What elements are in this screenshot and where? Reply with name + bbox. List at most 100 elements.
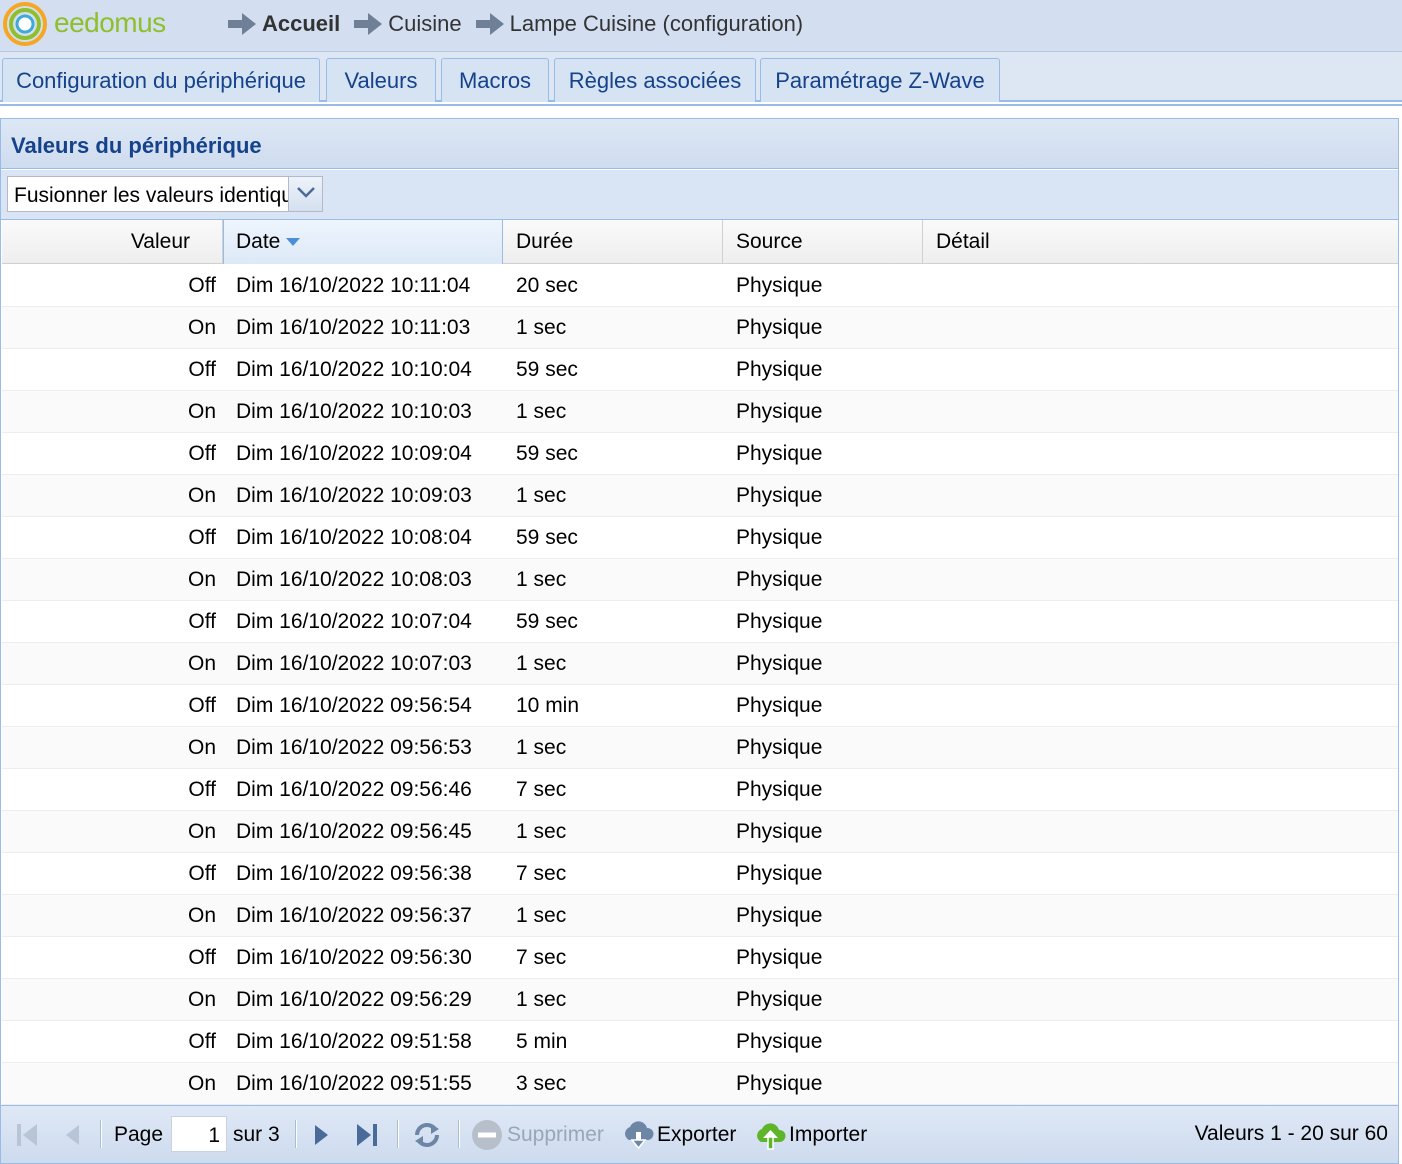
refresh-icon (415, 1123, 439, 1147)
panel-title: Valeurs du périphérique (1, 119, 1398, 169)
table-row[interactable]: On Dim 16/10/2022 10:09:03 1 sec Physique (2, 475, 1398, 517)
cell-duree: 59 sec (516, 525, 578, 549)
page-label: Page (114, 1123, 164, 1146)
table-row[interactable]: Off Dim 16/10/2022 10:11:04 20 sec Physique (2, 265, 1398, 307)
cell-detail (936, 853, 1396, 894)
first-page-icon (17, 1124, 37, 1146)
table-row[interactable]: Off Dim 16/10/2022 10:09:04 59 sec Physique (2, 433, 1398, 475)
cell-date: Dim 16/10/2022 10:07:04 (236, 609, 472, 633)
cell-valeur: On (187, 819, 216, 843)
chevron-down-icon (297, 187, 315, 198)
eedomus-logo-icon[interactable] (2, 1, 48, 47)
cell-duree: 10 min (516, 693, 580, 717)
cell-valeur: On (187, 735, 216, 759)
cell-duree: 3 sec (516, 1071, 567, 1095)
export-button[interactable]: Exporter (621, 1120, 736, 1150)
table-row[interactable]: Off Dim 16/10/2022 09:56:46 7 sec Physique (2, 769, 1398, 811)
cell-date: Dim 16/10/2022 10:11:03 (236, 315, 471, 339)
arrow-right-icon (475, 13, 504, 35)
cell-source: Physique (736, 735, 823, 759)
breadcrumb-item-accueil[interactable]: Accueil (228, 11, 340, 37)
table-row[interactable]: On Dim 16/10/2022 09:56:53 1 sec Physique (2, 727, 1398, 769)
column-header-duree[interactable]: Durée (503, 220, 723, 264)
table-row[interactable]: On Dim 16/10/2022 10:10:03 1 sec Physique (2, 391, 1398, 433)
breadcrumb-label: Accueil (262, 11, 341, 36)
logo-text[interactable]: eedomus (54, 7, 166, 39)
table-row[interactable]: On Dim 16/10/2022 09:51:55 3 sec Physique (2, 1063, 1398, 1105)
page-number-input[interactable]: 1 (171, 1116, 227, 1152)
grid-header: Valeur Date Durée Source Détail (2, 220, 1398, 264)
cell-duree: 59 sec (516, 357, 578, 381)
table-row[interactable]: Off Dim 16/10/2022 10:07:04 59 sec Physique (2, 601, 1398, 643)
last-page-icon (357, 1124, 377, 1146)
cell-source: Physique (736, 861, 823, 885)
cell-detail (936, 685, 1396, 726)
cell-source: Physique (736, 609, 823, 633)
table-row[interactable]: Off Dim 16/10/2022 09:56:30 7 sec Physique (2, 937, 1398, 979)
paging-toolbar: Page 1 sur 3 Supprimer Exporter Importer… (1, 1105, 1398, 1163)
tab-macros[interactable]: Macros (441, 58, 549, 102)
cell-duree: 1 sec (516, 399, 567, 423)
cell-valeur: On (187, 399, 216, 423)
table-row[interactable]: Off Dim 16/10/2022 10:08:04 59 sec Physique (2, 517, 1398, 559)
table-row[interactable]: Off Dim 16/10/2022 09:56:54 10 min Physique (2, 685, 1398, 727)
delete-label: Supprimer (507, 1123, 604, 1146)
toolbar-separator (100, 1120, 102, 1148)
refresh-button[interactable] (411, 1120, 443, 1150)
column-header-valeur[interactable]: Valeur (2, 220, 223, 264)
cell-source: Physique (736, 273, 823, 297)
cell-date: Dim 16/10/2022 10:11:04 (236, 273, 471, 297)
prev-page-button[interactable] (61, 1120, 83, 1150)
cell-duree: 7 sec (516, 777, 567, 801)
table-row[interactable]: Off Dim 16/10/2022 10:10:04 59 sec Physique (2, 349, 1398, 391)
cell-date: Dim 16/10/2022 10:08:04 (236, 525, 472, 549)
cell-duree: 59 sec (516, 441, 578, 465)
first-page-button[interactable] (15, 1120, 41, 1150)
tab-configuration[interactable]: Configuration du périphérique (2, 58, 320, 102)
cell-date: Dim 16/10/2022 09:56:45 (236, 819, 472, 843)
import-label: Importer (789, 1123, 868, 1146)
cell-detail (936, 475, 1396, 516)
merge-values-combo[interactable]: Fusionner les valeurs identiques (7, 176, 323, 212)
cell-duree: 59 sec (516, 609, 578, 633)
table-row[interactable]: On Dim 16/10/2022 10:08:03 1 sec Physique (2, 559, 1398, 601)
delete-button[interactable]: Supprimer (471, 1120, 604, 1150)
table-row[interactable]: On Dim 16/10/2022 10:07:03 1 sec Physique (2, 643, 1398, 685)
cell-duree: 1 sec (516, 483, 567, 507)
column-header-detail[interactable]: Détail (923, 220, 1398, 264)
import-button[interactable]: Importer (753, 1120, 867, 1150)
cell-valeur: On (187, 651, 216, 675)
cell-valeur: Off (188, 693, 216, 717)
tab-valeurs[interactable]: Valeurs (326, 58, 436, 102)
cell-valeur: On (187, 987, 216, 1011)
cell-detail (936, 979, 1396, 1020)
cell-duree: 1 sec (516, 567, 567, 591)
combo-trigger[interactable] (288, 177, 322, 211)
column-header-date[interactable]: Date (223, 220, 503, 264)
breadcrumb-item-cuisine[interactable]: Cuisine (354, 11, 462, 37)
column-header-source[interactable]: Source (723, 220, 923, 264)
cell-date: Dim 16/10/2022 10:08:03 (236, 567, 472, 591)
arrow-right-icon (354, 13, 383, 35)
cell-valeur: Off (188, 1029, 216, 1053)
table-row[interactable]: On Dim 16/10/2022 09:56:37 1 sec Physique (2, 895, 1398, 937)
table-row[interactable]: Off Dim 16/10/2022 09:56:38 7 sec Physique (2, 853, 1398, 895)
next-page-button[interactable] (311, 1120, 333, 1150)
cell-duree: 20 sec (516, 273, 578, 297)
cell-source: Physique (736, 987, 823, 1011)
table-row[interactable]: On Dim 16/10/2022 09:56:45 1 sec Physique (2, 811, 1398, 853)
cloud-upload-icon (757, 1123, 786, 1150)
cell-valeur: Off (188, 777, 216, 801)
breadcrumb-item-device[interactable]: Lampe Cuisine (configuration) (475, 11, 803, 37)
cell-detail (936, 1021, 1396, 1062)
cell-source: Physique (736, 777, 823, 801)
table-row[interactable]: On Dim 16/10/2022 10:11:03 1 sec Physique (2, 307, 1398, 349)
tab-regles[interactable]: Règles associées (554, 58, 756, 102)
export-label: Exporter (657, 1123, 737, 1146)
cell-date: Dim 16/10/2022 10:07:03 (236, 651, 472, 675)
table-row[interactable]: Off Dim 16/10/2022 09:51:58 5 min Physique (2, 1021, 1398, 1063)
merge-values-combo-text: Fusionner les valeurs identiques (14, 184, 288, 207)
last-page-button[interactable] (353, 1120, 379, 1150)
table-row[interactable]: On Dim 16/10/2022 09:56:29 1 sec Physique (2, 979, 1398, 1021)
tab-zwave[interactable]: Paramétrage Z-Wave (760, 58, 1000, 102)
